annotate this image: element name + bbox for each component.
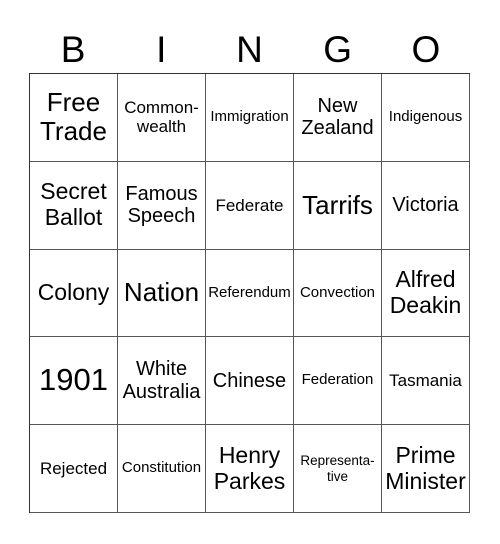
bingo-cell[interactable]: Federation [294, 337, 382, 426]
bingo-cell[interactable]: Referendum [206, 249, 294, 338]
bingo-cell[interactable]: Henry Parkes [206, 425, 294, 513]
bingo-cell[interactable]: Indigenous [382, 74, 470, 162]
header-letter-o: O [411, 29, 441, 70]
bingo-cell[interactable]: Colony [30, 249, 118, 338]
header-letter-g: G [323, 29, 353, 70]
bingo-cell[interactable]: Constitution [118, 425, 206, 513]
bingo-cell[interactable]: Convection [294, 249, 382, 338]
bingo-cell[interactable]: Tarrifs [294, 161, 382, 250]
bingo-cell[interactable]: Rejected [30, 425, 118, 513]
bingo-grid: Free Trade Common-wealth Immigration New… [29, 73, 470, 513]
bingo-cell[interactable]: Common-wealth [118, 74, 206, 162]
bingo-cell[interactable]: White Australia [118, 337, 206, 426]
bingo-cell[interactable]: Nation [118, 249, 206, 338]
bingo-cell[interactable]: Tasmania [382, 337, 470, 426]
bingo-cell[interactable]: Prime Minister [382, 425, 470, 513]
bingo-cell[interactable]: Alfred Deakin [382, 249, 470, 338]
bingo-cell[interactable]: Immigration [206, 74, 294, 162]
header-letter-b: B [60, 29, 86, 70]
bingo-cell[interactable]: Free Trade [30, 74, 118, 162]
bingo-header: B I N G O [29, 26, 470, 73]
bingo-cell[interactable]: Victoria [382, 161, 470, 250]
bingo-cell[interactable]: Representa-tive [294, 425, 382, 513]
bingo-cell[interactable]: Federate [206, 161, 294, 250]
bingo-cell[interactable]: New Zealand [294, 74, 382, 162]
bingo-cell[interactable]: Chinese [206, 337, 294, 426]
header-letter-n: N [236, 29, 263, 70]
bingo-cell[interactable]: Famous Speech [118, 161, 206, 250]
bingo-cell[interactable]: 1901 [30, 337, 118, 426]
bingo-cell[interactable]: Secret Ballot [30, 161, 118, 250]
header-letter-i: I [156, 29, 167, 70]
